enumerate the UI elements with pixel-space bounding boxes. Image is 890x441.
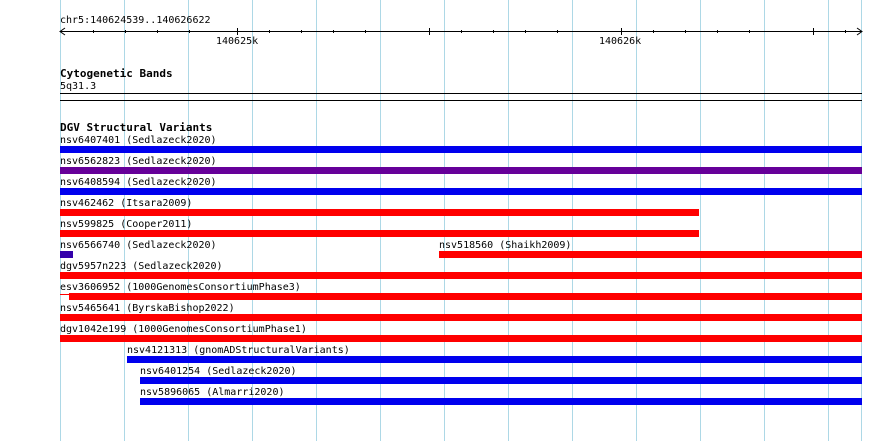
feature-label[interactable]: nsv599825 (Cooper2011) — [60, 219, 192, 230]
feature-bar[interactable] — [60, 230, 699, 237]
feature-bar[interactable] — [60, 188, 862, 195]
feature-bar[interactable] — [60, 314, 862, 321]
feature-bar[interactable] — [140, 398, 862, 405]
feature-label[interactable]: nsv462462 (Itsara2009) — [60, 198, 192, 209]
feature-label[interactable]: dgv1042e199 (1000GenomesConsortiumPhase1… — [60, 324, 307, 335]
feature-bar[interactable] — [60, 209, 699, 216]
cytoband-band-top[interactable] — [60, 93, 862, 94]
ruler-axis — [59, 27, 863, 36]
feature-label[interactable]: nsv6562823 (Sedlazeck2020) — [60, 156, 217, 167]
feature-label[interactable]: nsv6401254 (Sedlazeck2020) — [140, 366, 297, 377]
feature-bar[interactable] — [127, 356, 862, 363]
feature-label[interactable]: nsv518560 (Shaikh2009) — [439, 240, 571, 251]
feature-label[interactable]: nsv6408594 (Sedlazeck2020) — [60, 177, 217, 188]
feature-label[interactable]: nsv5896065 (Almarri2020) — [140, 387, 285, 398]
feature-bar-thin[interactable] — [60, 294, 69, 295]
cytoband-band-bottom — [60, 100, 862, 101]
feature-label[interactable]: nsv6566740 (Sedlazeck2020) — [60, 240, 217, 251]
feature-bar[interactable] — [60, 167, 862, 174]
ruler-tick-label: 140625k — [216, 36, 259, 47]
feature-bar[interactable] — [69, 293, 862, 300]
cytoband-label: 5q31.3 — [60, 81, 97, 92]
dgv-track-title[interactable]: DGV Structural Variants — [60, 122, 212, 134]
feature-bar[interactable] — [60, 335, 862, 342]
feature-bar[interactable] — [60, 251, 73, 258]
feature-bar[interactable] — [60, 272, 862, 279]
feature-bar[interactable] — [140, 377, 862, 384]
ruler-tick-label: 140626k — [599, 36, 642, 47]
ruler-location: chr5:140624539..140626622 — [60, 15, 211, 26]
feature-label[interactable]: nsv5465641 (ByrskaBishop2022) — [60, 303, 235, 314]
feature-label[interactable]: esv3606952 (1000GenomesConsortiumPhase3) — [60, 282, 301, 293]
feature-bar[interactable] — [439, 251, 862, 258]
feature-label[interactable]: nsv6407401 (Sedlazeck2020) — [60, 135, 217, 146]
feature-label[interactable]: dgv5957n223 (Sedlazeck2020) — [60, 261, 223, 272]
feature-label[interactable]: nsv4121313 (gnomADStructuralVariants) — [127, 345, 350, 356]
cytoband-track-title[interactable]: Cytogenetic Bands — [60, 68, 173, 80]
feature-bar[interactable] — [60, 146, 862, 153]
